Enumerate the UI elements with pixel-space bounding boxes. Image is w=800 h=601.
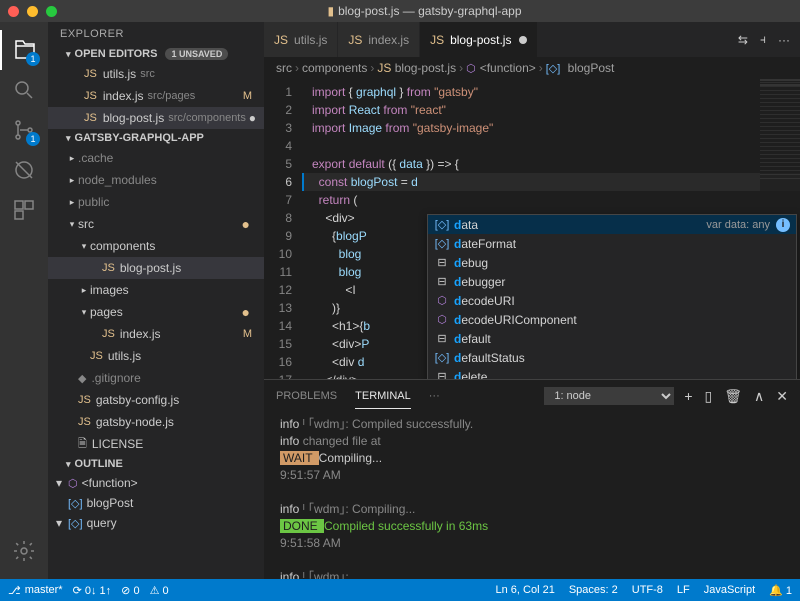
maximize-panel-icon[interactable]: ∧ <box>754 388 764 405</box>
file-item[interactable]: JSblog-post.js <box>48 257 264 279</box>
suggestion-item[interactable]: ⊟debug <box>428 253 796 272</box>
breadcrumb-item[interactable]: [◇] blogPost <box>546 61 615 75</box>
breadcrumb[interactable]: src›components›JS blog-post.js›⬡<functio… <box>264 57 800 79</box>
breadcrumb-item[interactable]: src <box>276 61 292 75</box>
outline-item[interactable]: ▾[◇]query <box>48 513 264 533</box>
activity-bar: 1 1 <box>0 22 48 579</box>
split-editor-icon[interactable]: ⫞ <box>760 32 766 47</box>
errors-count[interactable]: ⊘ 0 <box>121 584 139 597</box>
editor-tabs: JSutils.jsJSindex.jsJSblog-post.js ⇆ ⫞ ·… <box>264 22 800 57</box>
open-editor-item[interactable]: JSutils.jssrc <box>48 63 264 85</box>
compare-icon[interactable]: ⇆ <box>738 33 748 47</box>
git-branch[interactable]: ⎇ master* <box>8 584 63 597</box>
panel-tabs: PROBLEMS TERMINAL ··· 1: node + ▯ 🗑 ∧ ✕ <box>264 380 800 412</box>
indentation[interactable]: Spaces: 2 <box>569 584 618 597</box>
encoding[interactable]: UTF-8 <box>632 584 663 597</box>
breadcrumb-item[interactable]: components <box>302 61 367 75</box>
minimize-window-icon[interactable] <box>27 6 38 17</box>
warnings-count[interactable]: ⚠ 0 <box>150 584 169 597</box>
notifications-icon[interactable]: 🔔 1 <box>769 584 792 597</box>
language-mode[interactable]: JavaScript <box>704 584 755 597</box>
kill-terminal-icon[interactable]: 🗑 <box>724 388 742 405</box>
suggestion-item[interactable]: ⊟debugger <box>428 272 796 291</box>
open-editor-item[interactable]: JSindex.jssrc/pagesM <box>48 85 264 107</box>
close-window-icon[interactable] <box>8 6 19 17</box>
problems-tab[interactable]: PROBLEMS <box>276 384 337 408</box>
file-item[interactable]: JSgatsby-node.js <box>48 411 264 433</box>
explorer-badge: 1 <box>26 52 40 66</box>
split-terminal-icon[interactable]: ▯ <box>705 388 713 405</box>
cursor-pos[interactable]: Ln 6, Col 21 <box>496 584 555 597</box>
folder-item[interactable]: ▸.cache <box>48 147 264 169</box>
outline-item[interactable]: [◇]blogPost <box>48 493 264 513</box>
git-sync[interactable]: ⟳ 0↓ 1↑ <box>73 584 112 597</box>
suggestion-item[interactable]: [◇]dateFormat <box>428 234 796 253</box>
title-bar: ▮blog-post.js — gatsby-graphql-app <box>0 0 800 22</box>
maximize-window-icon[interactable] <box>46 6 57 17</box>
tab-actions: ⇆ ⫞ ··· <box>728 22 800 57</box>
panel: PROBLEMS TERMINAL ··· 1: node + ▯ 🗑 ∧ ✕ … <box>264 379 800 579</box>
suggestion-item[interactable]: ⊟default <box>428 329 796 348</box>
sidebar: EXPLORER OPEN EDITORS 1 UNSAVED JSutils.… <box>48 22 264 579</box>
folder-item[interactable]: ▸public <box>48 191 264 213</box>
editor-tab[interactable]: JSblog-post.js <box>420 22 538 57</box>
suggestion-item[interactable]: ⬡decodeURIComponent <box>428 310 796 329</box>
file-item[interactable]: JSutils.js <box>48 345 264 367</box>
sidebar-title: EXPLORER <box>48 22 264 46</box>
search-icon[interactable] <box>0 70 48 110</box>
project-section[interactable]: GATSBY-GRAPHQL-APP <box>48 130 264 146</box>
source-control-icon[interactable]: 1 <box>0 110 48 150</box>
window-title: ▮blog-post.js — gatsby-graphql-app <box>57 4 792 18</box>
explorer-icon[interactable]: 1 <box>0 30 48 70</box>
more-icon[interactable]: ··· <box>778 33 790 47</box>
info-icon[interactable]: i <box>776 218 790 232</box>
unsaved-badge: 1 UNSAVED <box>165 48 228 60</box>
outline-section[interactable]: OUTLINE <box>48 456 264 472</box>
line-gutter: 1234567891011121314151617181920 <box>264 79 304 379</box>
status-bar: ⎇ master* ⟳ 0↓ 1↑ ⊘ 0 ⚠ 0 Ln 6, Col 21 S… <box>0 579 800 601</box>
file-item[interactable]: 🗎LICENSE <box>48 433 264 455</box>
file-item[interactable]: JSindex.jsM <box>48 323 264 345</box>
file-item[interactable]: JSgatsby-config.js <box>48 389 264 411</box>
code-content[interactable]: import { graphql } from "gatsby"import R… <box>304 79 800 379</box>
breadcrumb-item[interactable]: JS blog-post.js <box>377 61 456 75</box>
close-panel-icon[interactable]: ✕ <box>776 388 788 405</box>
new-terminal-icon[interactable]: + <box>684 388 692 405</box>
intellisense-popup[interactable]: [◇]datavar data: anyi[◇]dateFormat⊟debug… <box>427 214 797 379</box>
scm-badge: 1 <box>26 132 40 146</box>
panel-more-tab[interactable]: ··· <box>429 384 440 408</box>
folder-item[interactable]: ▸node_modules <box>48 169 264 191</box>
folder-item[interactable]: ▾components <box>48 235 264 257</box>
suggestion-item[interactable]: ⊟delete <box>428 367 796 379</box>
eol[interactable]: LF <box>677 584 690 597</box>
open-editor-item[interactable]: JSblog-post.jssrc/components● <box>48 107 264 129</box>
outline-item[interactable]: ▾⬡<function> <box>48 473 264 493</box>
suggestion-item[interactable]: ⬡decodeURI <box>428 291 796 310</box>
open-editors-section[interactable]: OPEN EDITORS 1 UNSAVED <box>48 46 264 62</box>
editor-area: JSutils.jsJSindex.jsJSblog-post.js ⇆ ⫞ ·… <box>264 22 800 579</box>
editor-tab[interactable]: JSindex.js <box>338 22 420 57</box>
breadcrumb-item[interactable]: ⬡<function> <box>466 61 536 75</box>
window-controls <box>8 6 57 17</box>
code-editor[interactable]: 1234567891011121314151617181920 import {… <box>264 79 800 379</box>
panel-actions: + ▯ 🗑 ∧ ✕ <box>684 388 788 405</box>
settings-icon[interactable] <box>0 531 48 571</box>
terminal-tab[interactable]: TERMINAL <box>355 384 411 409</box>
debug-icon[interactable] <box>0 150 48 190</box>
editor-tab[interactable]: JSutils.js <box>264 22 338 57</box>
folder-item[interactable]: ▸images <box>48 279 264 301</box>
folder-item[interactable]: ▾pages● <box>48 301 264 323</box>
suggestion-item[interactable]: [◇]datavar data: anyi <box>428 215 796 234</box>
terminal-select[interactable]: 1: node <box>544 387 674 405</box>
suggestion-item[interactable]: [◇]defaultStatus <box>428 348 796 367</box>
terminal-output[interactable]: info ᴵ ｢wdm｣: Compiled successfully.info… <box>264 412 800 579</box>
folder-item[interactable]: ▾src● <box>48 213 264 235</box>
file-item[interactable]: ◆.gitignore <box>48 367 264 389</box>
extensions-icon[interactable] <box>0 190 48 230</box>
